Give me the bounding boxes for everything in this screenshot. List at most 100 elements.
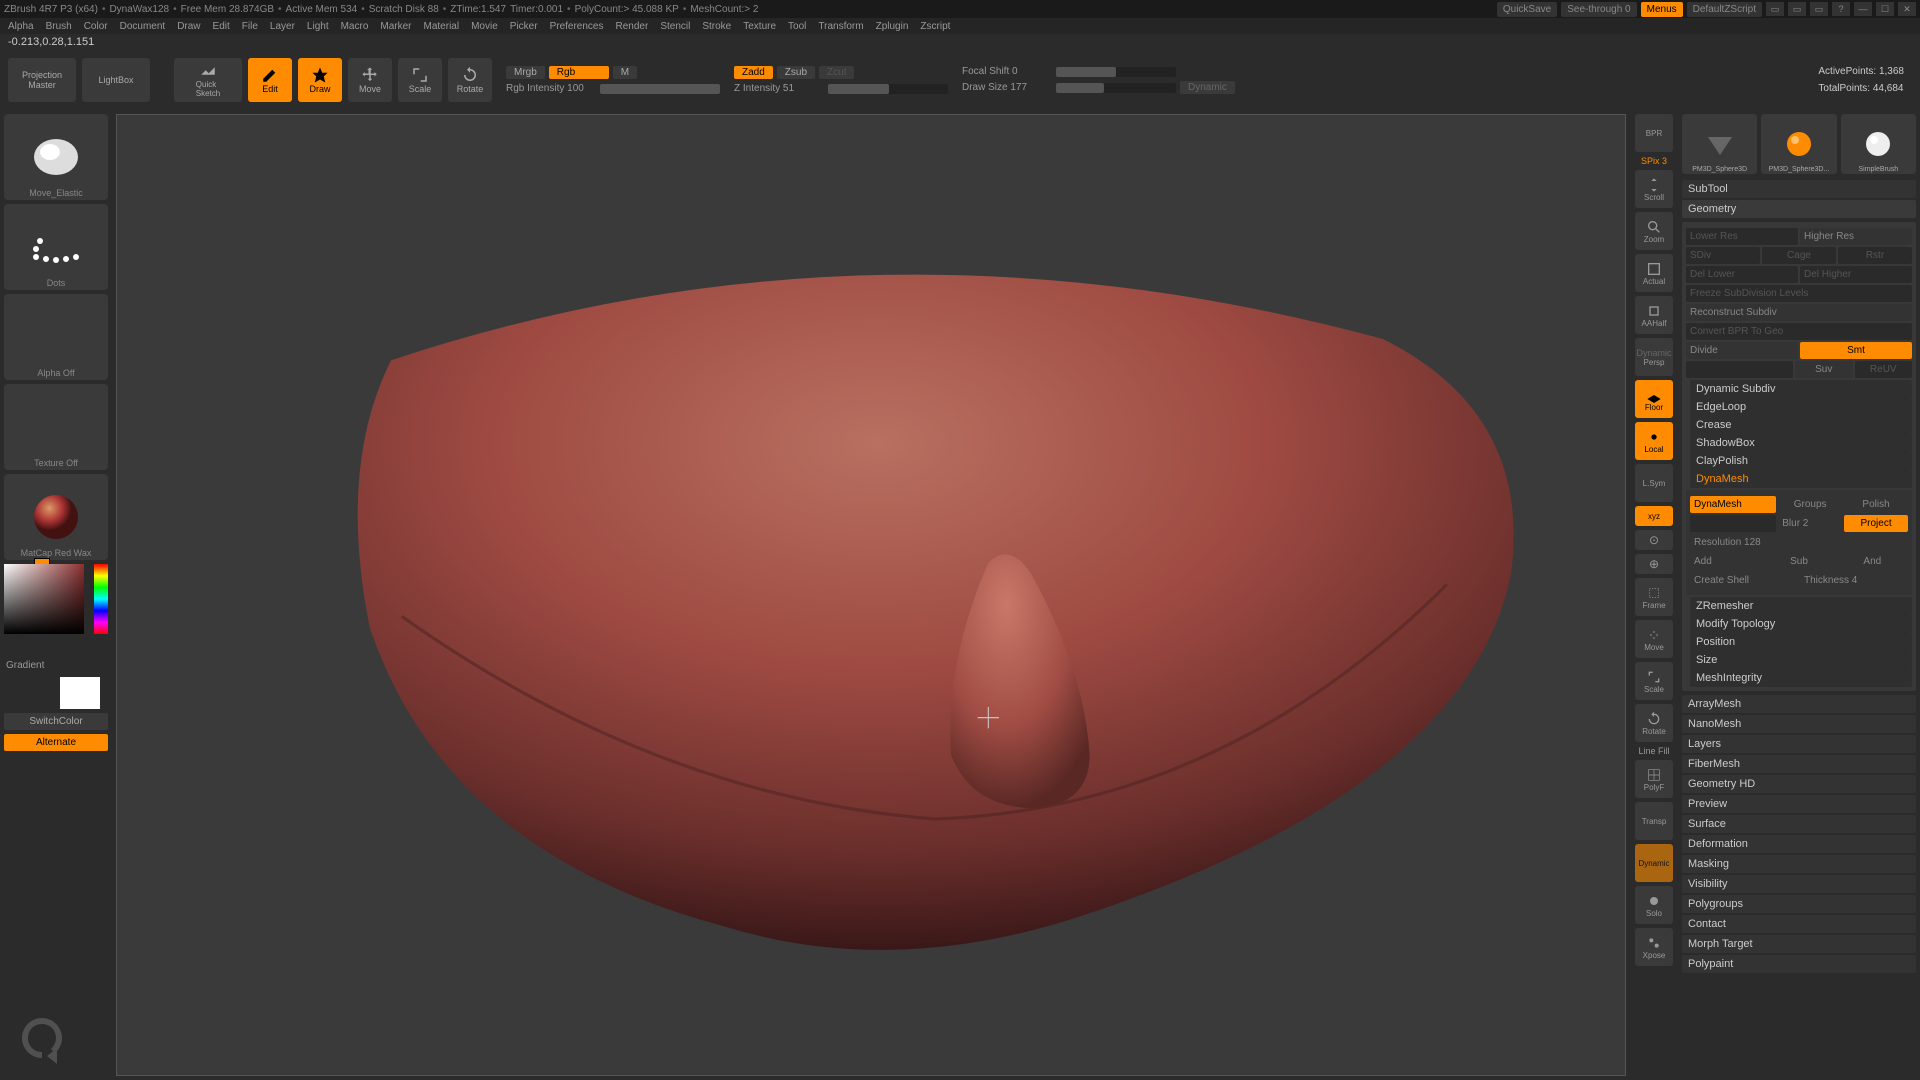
deformation-section[interactable]: Deformation (1682, 835, 1916, 853)
tool-thumb-2[interactable]: PM3D_Sphere3D... (1761, 114, 1836, 174)
menu-light[interactable]: Light (303, 21, 333, 32)
spix-label[interactable]: SPix 3 (1641, 156, 1667, 166)
frame-button[interactable]: Frame (1635, 578, 1673, 616)
arraymesh-section[interactable]: ArrayMesh (1682, 695, 1916, 713)
create-shell-button[interactable]: Create Shell (1690, 572, 1798, 589)
polish-button[interactable]: Polish (1844, 496, 1908, 513)
zadd-button[interactable]: Zadd (734, 66, 773, 79)
zcut-button[interactable]: Zcut (819, 66, 854, 79)
scroll-button[interactable]: Scroll (1635, 170, 1673, 208)
secondary-color-swatch[interactable] (60, 677, 100, 709)
polyf-button[interactable]: PolyF (1635, 760, 1673, 798)
menu-movie[interactable]: Movie (467, 21, 502, 32)
minimize-icon[interactable]: — (1854, 2, 1872, 16)
dynamic-subdiv-section[interactable]: Dynamic Subdiv (1690, 380, 1912, 398)
layout-icon-2[interactable]: ▭ (1788, 2, 1806, 16)
thickness-slider[interactable]: Thickness 4 (1800, 572, 1908, 589)
lower-res-button[interactable]: Lower Res (1686, 228, 1798, 245)
transpose-1[interactable]: ⊙ (1635, 530, 1673, 550)
transp-button[interactable]: Transp (1635, 802, 1673, 840)
add-button[interactable]: Add (1690, 553, 1761, 570)
menu-document[interactable]: Document (116, 21, 170, 32)
alternate-button[interactable]: Alternate (4, 734, 108, 751)
local-button[interactable]: Local (1635, 422, 1673, 460)
menus-button[interactable]: Menus (1641, 2, 1683, 17)
switchcolor-button[interactable]: SwitchColor (4, 713, 108, 730)
divide-button[interactable]: Divide (1686, 342, 1798, 359)
rgb-intensity-label[interactable]: Rgb Intensity 100 (506, 83, 596, 94)
focal-shift-label[interactable]: Focal Shift 0 (962, 66, 1052, 77)
aahalf-button[interactable]: AAHalf (1635, 296, 1673, 334)
freeze-subdiv-button[interactable]: Freeze SubDivision Levels (1686, 285, 1912, 302)
scale-button[interactable]: Scale (398, 58, 442, 102)
resolution-slider[interactable]: Resolution 128 (1690, 534, 1908, 551)
tool-thumb-1[interactable]: PM3D_Sphere3D (1682, 114, 1757, 174)
draw-button[interactable]: Draw (298, 58, 342, 102)
stroke-thumb[interactable]: Dots (4, 204, 108, 290)
subtool-section[interactable]: SubTool (1682, 180, 1916, 198)
projection-master-button[interactable]: Projection Master (8, 58, 76, 102)
rotate-button[interactable]: Rotate (448, 58, 492, 102)
draw-size-slider[interactable] (1056, 83, 1176, 93)
geometry-section[interactable]: Geometry (1682, 200, 1916, 218)
nanomesh-section[interactable]: NanoMesh (1682, 715, 1916, 733)
groups-button[interactable]: Groups (1778, 496, 1842, 513)
layout-icon-1[interactable]: ▭ (1766, 2, 1784, 16)
edgeloop-section[interactable]: EdgeLoop (1690, 398, 1912, 416)
transpose-2[interactable]: ⊕ (1635, 554, 1673, 574)
sub-button[interactable]: Sub (1763, 553, 1834, 570)
smt-button[interactable]: Smt (1800, 342, 1912, 359)
claypolish-section[interactable]: ClayPolish (1690, 452, 1912, 470)
surface-section[interactable]: Surface (1682, 815, 1916, 833)
menu-zplugin[interactable]: Zplugin (872, 21, 913, 32)
fibermesh-section[interactable]: FiberMesh (1682, 755, 1916, 773)
color-picker[interactable] (4, 564, 108, 654)
menu-layer[interactable]: Layer (266, 21, 299, 32)
xpose-button[interactable]: Xpose (1635, 928, 1673, 966)
menu-preferences[interactable]: Preferences (546, 21, 608, 32)
edit-button[interactable]: Edit (248, 58, 292, 102)
viewport-canvas[interactable] (116, 114, 1626, 1076)
mesh-integrity-section[interactable]: MeshIntegrity (1690, 669, 1912, 687)
solo-button[interactable]: Solo (1635, 886, 1673, 924)
size-section[interactable]: Size (1690, 651, 1912, 669)
menu-marker[interactable]: Marker (376, 21, 415, 32)
menu-stroke[interactable]: Stroke (698, 21, 735, 32)
menu-render[interactable]: Render (612, 21, 653, 32)
zsub-button[interactable]: Zsub (777, 66, 815, 79)
quicksketch-button[interactable]: Quick Sketch (174, 58, 242, 102)
lightbox-button[interactable]: LightBox (82, 58, 150, 102)
zoom-button[interactable]: Zoom (1635, 212, 1673, 250)
seethrough-slider[interactable]: See-through 0 (1561, 2, 1636, 17)
gradient-label[interactable]: Gradient (4, 658, 108, 673)
and-button[interactable]: And (1837, 553, 1908, 570)
convert-bpr-button[interactable]: Convert BPR To Geo (1686, 323, 1912, 340)
xyz-button[interactable]: xyz (1635, 506, 1673, 526)
menu-file[interactable]: File (238, 21, 262, 32)
move-button[interactable]: Move (348, 58, 392, 102)
quicksave-button[interactable]: QuickSave (1497, 2, 1557, 17)
menu-alpha[interactable]: Alpha (4, 21, 38, 32)
higher-res-button[interactable]: Higher Res (1800, 228, 1912, 245)
draw-size-label[interactable]: Draw Size 177 (962, 82, 1052, 93)
focal-shift-slider[interactable] (1056, 67, 1176, 77)
menu-texture[interactable]: Texture (739, 21, 780, 32)
contact-section[interactable]: Contact (1682, 915, 1916, 933)
rstr-button[interactable]: Rstr (1838, 247, 1912, 264)
layout-icon-3[interactable]: ▭ (1810, 2, 1828, 16)
polygroups-section[interactable]: Polygroups (1682, 895, 1916, 913)
del-higher-button[interactable]: Del Higher (1800, 266, 1912, 283)
z-intensity-slider[interactable] (828, 84, 948, 94)
menu-draw[interactable]: Draw (173, 21, 204, 32)
bpr-button[interactable]: BPR (1635, 114, 1673, 152)
dynamic-button[interactable]: Dynamic (1180, 81, 1235, 94)
zremesher-section[interactable]: ZRemesher (1690, 597, 1912, 615)
menu-edit[interactable]: Edit (209, 21, 234, 32)
modify-topology-section[interactable]: Modify Topology (1690, 615, 1912, 633)
blur-slider[interactable]: Blur 2 (1778, 515, 1842, 532)
reuv-button[interactable]: ReUV (1855, 361, 1913, 378)
dynamesh-button[interactable]: DynaMesh (1690, 496, 1776, 513)
menu-transform[interactable]: Transform (814, 21, 867, 32)
m-button[interactable]: M (613, 66, 637, 79)
menu-macro[interactable]: Macro (337, 21, 373, 32)
